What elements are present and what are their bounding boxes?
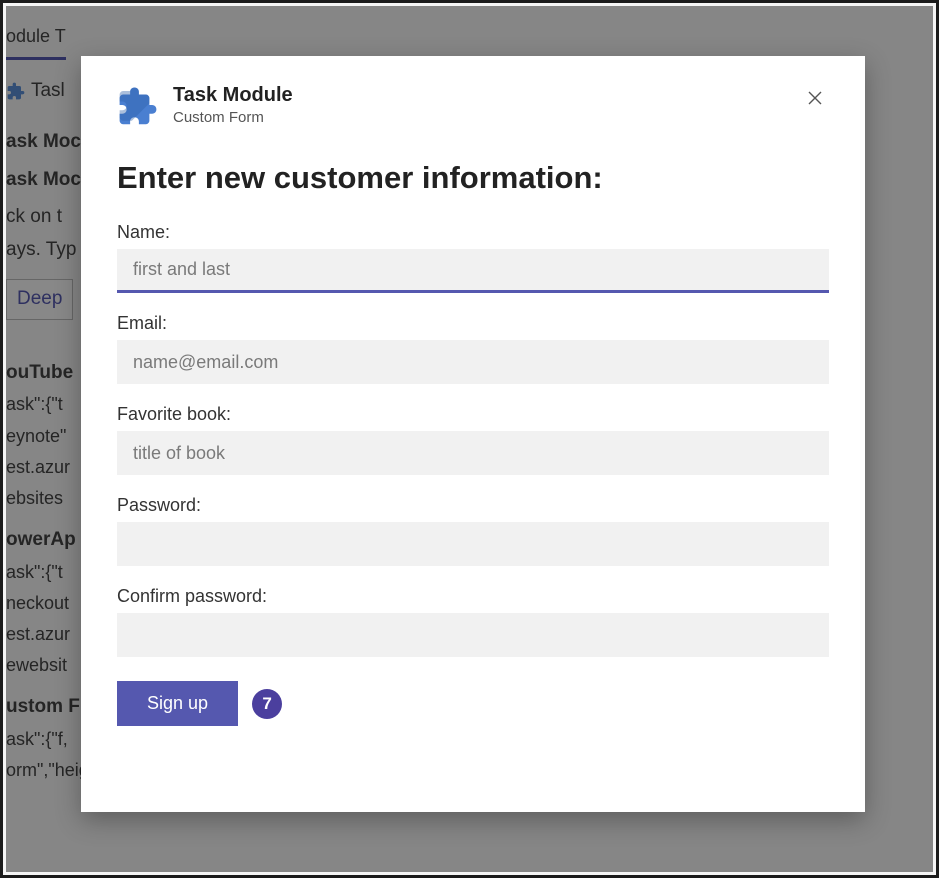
dialog-app-subtitle: Custom Form [173,109,801,126]
task-module-dialog: Task Module Custom Form Enter new custom… [81,56,865,812]
annotation-callout-7: 7 [252,689,282,719]
signup-button[interactable]: Sign up [117,681,238,726]
password-field: Password: [117,495,829,566]
confirm-password-input[interactable] [117,613,829,657]
email-input[interactable] [117,340,829,384]
form-heading: Enter new customer information: [117,160,829,196]
name-input[interactable] [117,249,829,293]
email-field: Email: [117,313,829,384]
book-label: Favorite book: [117,404,829,425]
close-button[interactable] [801,84,829,112]
book-field: Favorite book: [117,404,829,475]
book-input[interactable] [117,431,829,475]
close-icon [807,90,823,106]
dialog-header: Task Module Custom Form [117,84,829,126]
confirm-password-field: Confirm password: [117,586,829,657]
email-label: Email: [117,313,829,334]
confirm-password-label: Confirm password: [117,586,829,607]
password-input[interactable] [117,522,829,566]
app-puzzle-icon [117,84,159,126]
name-field: Name: [117,222,829,293]
screenshot-frame: odule T Tasl ask Moc ask Moc ck on t ays… [0,0,939,878]
name-label: Name: [117,222,829,243]
password-label: Password: [117,495,829,516]
dialog-app-title: Task Module [173,84,801,107]
